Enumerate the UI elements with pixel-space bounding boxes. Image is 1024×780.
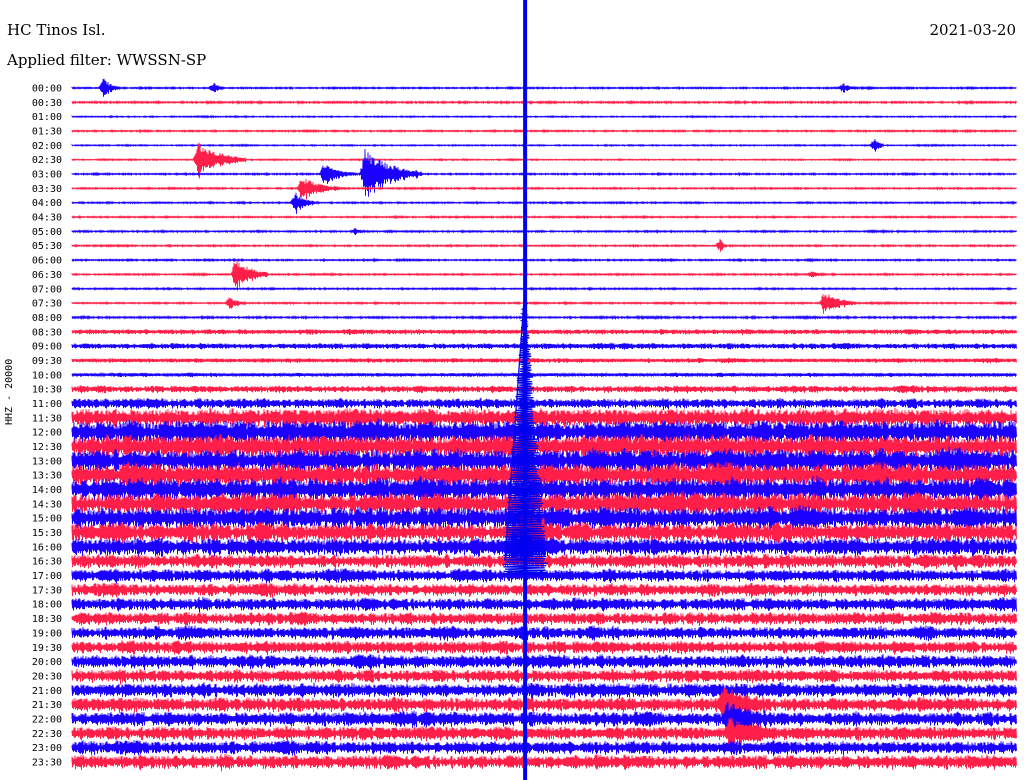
trace-0630 [71,260,1017,291]
row-label-0230: 02:30 [32,155,62,166]
row-label-1300: 13:00 [32,456,62,467]
row-label-1930: 19:30 [32,643,62,654]
trace-0700 [71,286,1017,292]
row-label-1630: 16:30 [32,557,62,568]
trace-0130 [71,128,1017,134]
trace-1900 [71,625,1017,642]
row-label-2130: 21:30 [32,700,62,711]
row-label-0530: 05:30 [32,241,62,252]
row-label-1230: 12:30 [32,442,62,453]
row-label-0930: 09:30 [32,356,62,367]
trace-1030 [71,385,1017,394]
trace-0000 [71,78,1017,97]
trace-0430 [71,214,1017,220]
row-label-2330: 23:30 [32,757,62,768]
trace-0330 [71,178,1017,200]
row-label-1400: 14:00 [32,485,62,496]
row-label-0800: 08:00 [32,313,62,324]
row-label-1830: 18:30 [32,614,62,625]
row-label-2200: 22:00 [32,714,62,725]
trace-2000 [71,653,1017,671]
row-label-0130: 01:30 [32,127,62,138]
trace-lines [71,78,1017,772]
trace-0800 [71,314,1017,321]
trace-0030 [71,99,1017,106]
row-label-0300: 03:00 [32,170,62,181]
row-label-1730: 17:30 [32,585,62,596]
trace-0900 [71,342,1017,350]
row-labels: 00:00 00:30 01:00 01:30 02:00 02:30 03:00 03:30… [32,84,62,769]
row-label-0730: 07:30 [32,299,62,310]
trace-1930 [71,640,1017,656]
row-label-1600: 16:00 [32,542,62,553]
trace-2300 [71,740,1017,757]
trace-1800 [71,596,1017,613]
trace-1100 [71,397,1017,411]
row-label-1200: 12:00 [32,428,62,439]
row-label-0830: 08:30 [32,327,62,338]
row-label-0600: 06:00 [32,256,62,267]
row-label-2030: 20:30 [32,671,62,682]
row-label-0700: 07:00 [32,284,62,295]
row-label-1100: 11:00 [32,399,62,410]
row-label-0400: 04:00 [32,198,62,209]
trace-0830 [71,328,1017,336]
row-label-2000: 20:00 [32,657,62,668]
trace-0400 [71,192,1017,214]
row-label-0200: 02:00 [32,141,62,152]
trace-0600 [71,257,1017,263]
row-label-1900: 19:00 [32,628,62,639]
row-label-0900: 09:00 [32,342,62,353]
trace-2330 [71,753,1017,772]
row-label-1130: 11:30 [32,413,62,424]
trace-0200 [71,139,1017,152]
trace-2100 [71,681,1017,699]
trace-1730 [71,582,1017,599]
row-label-1000: 10:00 [32,370,62,381]
row-label-0030: 00:30 [32,98,62,109]
row-label-1500: 15:00 [32,514,62,525]
trace-0930 [71,357,1017,364]
row-label-2100: 21:00 [32,686,62,697]
row-label-0000: 00:00 [32,84,62,95]
row-label-1700: 17:00 [32,571,62,582]
row-label-0100: 01:00 [32,112,62,123]
trace-2030 [71,668,1017,685]
row-label-0630: 06:30 [32,270,62,281]
row-label-1030: 10:30 [32,385,62,396]
row-label-2300: 23:00 [32,743,62,754]
row-label-1800: 18:00 [32,600,62,611]
row-label-0430: 04:30 [32,213,62,224]
trace-1000 [71,371,1017,378]
row-label-1330: 13:30 [32,471,62,482]
trace-0500 [71,227,1017,236]
trace-1830 [71,611,1017,627]
row-label-0330: 03:30 [32,184,62,195]
trace-0730 [71,294,1017,314]
trace-0100 [71,114,1017,119]
row-label-1530: 15:30 [32,528,62,539]
trace-0530 [71,238,1017,252]
row-label-0500: 05:00 [32,227,62,238]
row-label-1430: 14:30 [32,499,62,510]
helicorder-plot: 00:00 00:30 01:00 01:30 02:00 02:30 03:00 03:30… [32,0,1017,780]
row-label-2230: 22:30 [32,729,62,740]
